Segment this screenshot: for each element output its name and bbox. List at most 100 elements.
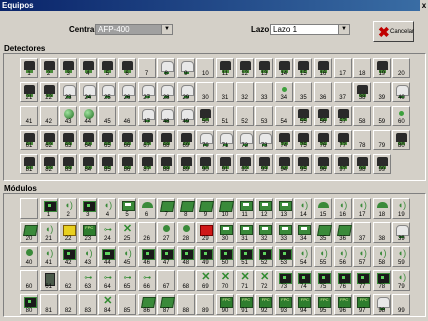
modulos-slot[interactable]: 34 <box>294 222 313 243</box>
modulos-slot[interactable]: 3 <box>78 198 97 219</box>
central-select[interactable]: AFP-400 ▼ <box>95 24 173 35</box>
detectores-slot[interactable]: 3 <box>59 58 78 78</box>
detectores-slot[interactable]: 67 <box>137 130 156 150</box>
detectores-slot[interactable]: 69 <box>176 130 195 150</box>
detectores-slot[interactable]: 51 <box>216 106 234 126</box>
modulos-slot[interactable]: 22 <box>59 222 78 243</box>
detectores-slot[interactable]: 4 <box>78 58 97 78</box>
detectores-slot[interactable]: 15 <box>294 58 313 78</box>
modulos-slot[interactable]: 97 <box>353 294 372 315</box>
modulos-slot[interactable]: 13 <box>274 198 293 219</box>
modulos-slot[interactable]: 66 <box>137 270 156 291</box>
modulos-slot[interactable]: 68 <box>176 270 195 291</box>
modulos-slot[interactable]: 59 <box>392 246 411 267</box>
modulos-slot[interactable]: 94 <box>294 294 313 315</box>
cancel-button[interactable]: ✖ Cancelar <box>373 21 414 42</box>
modulos-slot[interactable]: 64 <box>98 270 117 291</box>
detectores-slot[interactable]: 61 <box>20 130 38 150</box>
modulos-slot[interactable]: 2 <box>59 198 78 219</box>
modulos-slot[interactable]: 9 <box>196 198 215 219</box>
detectores-slot[interactable]: 89 <box>176 154 195 174</box>
modulos-slot[interactable]: 89 <box>196 294 215 315</box>
modulos-slot[interactable]: 99 <box>392 294 411 315</box>
modulos-slot[interactable]: 5 <box>118 198 136 219</box>
modulos-slot[interactable]: 88 <box>176 294 195 315</box>
detectores-slot[interactable]: 9 <box>176 58 195 78</box>
modulos-slot[interactable]: 60 <box>20 270 38 291</box>
detectores-slot[interactable]: 82 <box>39 154 58 174</box>
modulos-slot[interactable]: 12 <box>255 198 274 219</box>
modulos-slot[interactable]: 40 <box>20 246 38 267</box>
detectores-slot[interactable]: 81 <box>20 154 38 174</box>
modulos-slot[interactable]: 49 <box>196 246 215 267</box>
modulos-slot[interactable]: 75 <box>314 270 332 291</box>
detectores-slot[interactable]: 27 <box>137 82 156 102</box>
detectores-slot[interactable]: 39 <box>372 82 391 102</box>
modulos-slot[interactable]: 77 <box>353 270 372 291</box>
detectores-slot[interactable]: 28 <box>157 82 176 102</box>
detectores-slot[interactable]: 83 <box>59 154 78 174</box>
modulos-slot[interactable]: 4 <box>98 198 117 219</box>
modulos-slot[interactable]: 90 <box>216 294 234 315</box>
modulos-slot[interactable]: 14 <box>294 198 313 219</box>
modulos-slot[interactable]: 46 <box>137 246 156 267</box>
modulos-slot[interactable]: 78 <box>372 270 391 291</box>
detectores-slot[interactable]: 36 <box>314 82 332 102</box>
detectores-slot[interactable]: 34 <box>274 82 293 102</box>
modulos-slot[interactable]: 79 <box>392 270 411 291</box>
lazo-select[interactable]: Lazo 1 ▼ <box>270 24 350 35</box>
modulos-slot[interactable]: 98 <box>372 294 391 315</box>
detectores-slot[interactable]: 32 <box>235 82 254 102</box>
detectores-slot[interactable]: 14 <box>274 58 293 78</box>
detectores-slot[interactable]: 13 <box>255 58 274 78</box>
modulos-slot[interactable]: 96 <box>333 294 352 315</box>
detectores-slot[interactable]: 57 <box>333 106 352 126</box>
detectores-slot[interactable]: 12 <box>235 58 254 78</box>
modulos-slot[interactable]: 23 <box>78 222 97 243</box>
detectores-slot[interactable]: 45 <box>98 106 117 126</box>
detectores-slot[interactable]: 66 <box>118 130 136 150</box>
detectores-slot[interactable]: 76 <box>314 130 332 150</box>
detectores-slot[interactable]: 33 <box>255 82 274 102</box>
modulos-slot[interactable]: 52 <box>255 246 274 267</box>
detectores-slot[interactable]: 44 <box>78 106 97 126</box>
detectores-slot[interactable]: 29 <box>176 82 195 102</box>
modulos-slot[interactable]: 70 <box>216 270 234 291</box>
modulos-slot[interactable]: 58 <box>372 246 391 267</box>
detectores-slot[interactable]: 65 <box>98 130 117 150</box>
modulos-slot[interactable]: 86 <box>137 294 156 315</box>
detectores-slot[interactable]: 77 <box>333 130 352 150</box>
modulos-slot[interactable]: 30 <box>216 222 234 243</box>
detectores-slot[interactable]: 92 <box>235 154 254 174</box>
modulos-slot[interactable]: 47 <box>157 246 176 267</box>
modulos-slot[interactable]: 33 <box>274 222 293 243</box>
modulos-slot[interactable]: 93 <box>274 294 293 315</box>
modulos-slot[interactable]: 48 <box>176 246 195 267</box>
detectores-slot[interactable]: 55 <box>294 106 313 126</box>
modulos-slot[interactable]: 37 <box>353 222 372 243</box>
modulos-slot[interactable]: 35 <box>314 222 332 243</box>
modulos-slot[interactable]: 45 <box>118 246 136 267</box>
modulos-slot[interactable]: 62 <box>59 270 78 291</box>
detectores-slot[interactable]: 25 <box>98 82 117 102</box>
detectores-slot[interactable]: 47 <box>137 106 156 126</box>
modulos-slot[interactable]: 1 <box>39 198 58 219</box>
modulos-slot[interactable]: 67 <box>157 270 176 291</box>
detectores-slot[interactable]: 23 <box>59 82 78 102</box>
detectores-slot[interactable]: 68 <box>157 130 176 150</box>
modulos-slot[interactable]: 50 <box>216 246 234 267</box>
detectores-slot[interactable]: 49 <box>176 106 195 126</box>
detectores-slot[interactable]: 75 <box>294 130 313 150</box>
detectores-slot[interactable]: 71 <box>216 130 234 150</box>
detectores-slot[interactable]: 16 <box>314 58 332 78</box>
modulos-slot[interactable]: 76 <box>333 270 352 291</box>
modulos-slot[interactable]: 18 <box>372 198 391 219</box>
modulos-slot[interactable]: 51 <box>235 246 254 267</box>
modulos-slot[interactable] <box>20 198 38 219</box>
detectores-slot[interactable]: 21 <box>20 82 38 102</box>
detectores-slot[interactable]: 93 <box>255 154 274 174</box>
modulos-slot[interactable]: 61 <box>39 270 58 291</box>
modulos-slot[interactable]: 85 <box>118 294 136 315</box>
detectores-slot[interactable]: 73 <box>255 130 274 150</box>
chevron-down-icon[interactable]: ▼ <box>161 25 172 34</box>
